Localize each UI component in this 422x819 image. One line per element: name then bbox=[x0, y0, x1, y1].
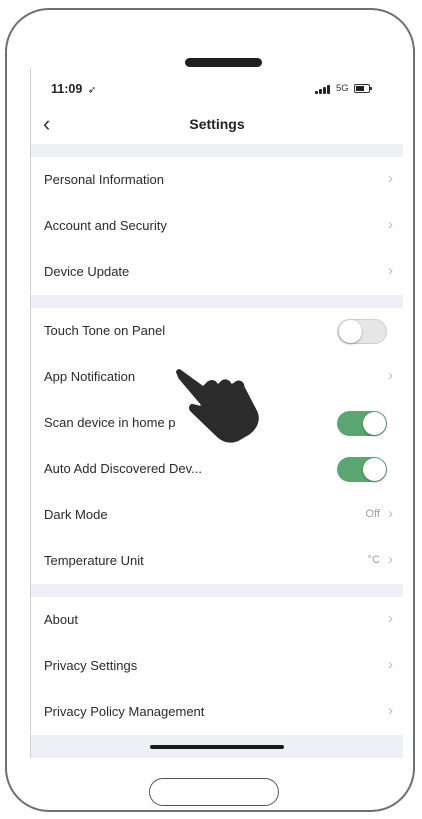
row-label: Scan device in home p bbox=[44, 415, 176, 430]
row-label: Dark Mode bbox=[44, 507, 108, 522]
chevron-right-icon: › bbox=[388, 262, 393, 279]
time-text: 11:09 bbox=[51, 82, 83, 96]
settings-row-about[interactable]: About › bbox=[31, 597, 403, 643]
chevron-right-icon: › bbox=[388, 702, 393, 719]
settings-row-device-update[interactable]: Device Update › bbox=[31, 249, 403, 295]
battery-icon bbox=[354, 84, 372, 93]
row-label: Touch Tone on Panel bbox=[44, 323, 166, 338]
page-title: Settings bbox=[189, 116, 245, 132]
chevron-right-icon: › bbox=[388, 170, 393, 187]
auto-add-toggle[interactable] bbox=[337, 457, 387, 482]
chevron-right-icon: › bbox=[388, 551, 393, 568]
row-label: Personal Information bbox=[44, 172, 164, 187]
settings-row-privacy-policy-management[interactable]: Privacy Policy Management › bbox=[31, 689, 403, 735]
section-divider bbox=[31, 584, 403, 597]
nav-bar: ‹ Settings bbox=[31, 108, 403, 144]
hand-pointer-icon bbox=[174, 367, 261, 445]
settings-row-dark-mode[interactable]: Dark Mode Off › bbox=[31, 492, 403, 538]
chevron-right-icon: › bbox=[388, 367, 393, 384]
signal-bars-icon bbox=[315, 84, 333, 94]
row-label: Account and Security bbox=[44, 218, 167, 233]
settings-row-personal-information[interactable]: Personal Information › bbox=[31, 157, 403, 203]
phone-speaker bbox=[185, 58, 262, 67]
scan-device-toggle[interactable] bbox=[337, 411, 387, 436]
touch-tone-toggle[interactable] bbox=[337, 319, 387, 344]
row-label: Privacy Settings bbox=[44, 658, 138, 673]
settings-row-temperature-unit[interactable]: Temperature Unit °C › bbox=[31, 538, 403, 584]
settings-row-auto-add-discovered-devices: Auto Add Discovered Dev... bbox=[31, 446, 403, 492]
network-label: 5G bbox=[336, 83, 349, 94]
home-indicator bbox=[150, 745, 284, 749]
section-divider bbox=[31, 295, 403, 308]
status-time: 11:09 ➶ bbox=[51, 82, 96, 96]
row-label: Device Update bbox=[44, 264, 130, 279]
chevron-right-icon: › bbox=[388, 505, 393, 522]
settings-row-account-and-security[interactable]: Account and Security › bbox=[31, 203, 403, 249]
status-bar: 11:09 ➶ 5G bbox=[31, 68, 403, 108]
temperature-unit-value: °C bbox=[367, 554, 380, 566]
toggle-knob bbox=[339, 320, 362, 343]
section-divider bbox=[31, 144, 403, 157]
chevron-right-icon: › bbox=[388, 216, 393, 233]
row-label: Privacy Policy Management bbox=[44, 704, 205, 719]
chevron-right-icon: › bbox=[388, 610, 393, 627]
location-arrow-icon: ➶ bbox=[87, 85, 97, 96]
home-button[interactable] bbox=[149, 778, 279, 806]
dark-mode-value: Off bbox=[365, 508, 380, 520]
row-label: About bbox=[44, 612, 78, 627]
toggle-knob bbox=[363, 458, 386, 481]
row-label: Temperature Unit bbox=[44, 553, 144, 568]
settings-row-privacy-settings[interactable]: Privacy Settings › bbox=[31, 643, 403, 689]
chevron-right-icon: › bbox=[388, 656, 393, 673]
row-label: Auto Add Discovered Dev... bbox=[44, 461, 203, 476]
toggle-knob bbox=[363, 412, 386, 435]
settings-row-touch-tone-on-panel: Touch Tone on Panel bbox=[31, 308, 403, 354]
row-label: App Notification bbox=[44, 369, 136, 384]
